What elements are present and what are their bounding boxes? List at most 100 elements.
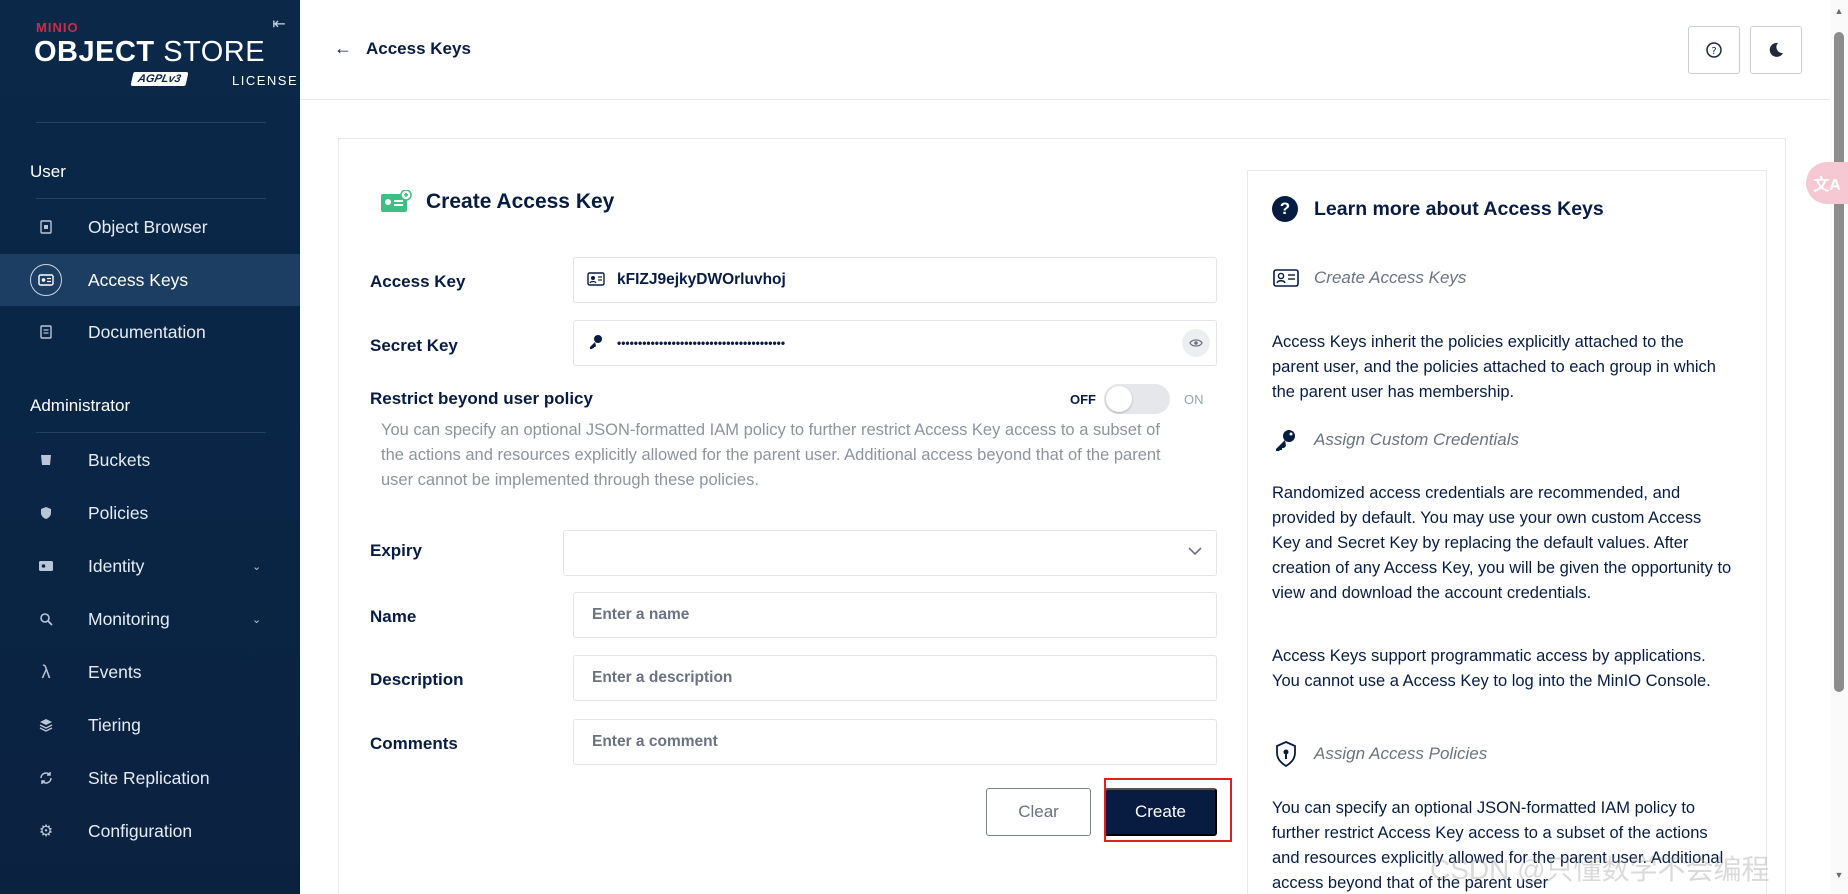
description-field[interactable] — [573, 655, 1217, 701]
gear-icon: ⚙ — [38, 823, 54, 840]
switch-knob — [1106, 386, 1132, 412]
sidebar-item-events[interactable]: λ Events — [0, 646, 300, 698]
sidebar-item-object-browser[interactable]: Object Browser — [0, 201, 300, 253]
object-browser-icon — [30, 211, 62, 243]
back-link-label: Access Keys — [366, 38, 471, 58]
events-icon: λ — [41, 661, 51, 682]
scroll-up-arrow-icon[interactable]: ▲ — [1834, 6, 1844, 22]
svg-text:?: ? — [1711, 46, 1716, 57]
theme-toggle-button[interactable] — [1750, 26, 1802, 74]
help-panel-title: ? Learn more about Access Keys — [1272, 196, 1604, 222]
chevron-down-icon[interactable]: ⌄ — [252, 560, 261, 573]
clear-button[interactable]: Clear — [986, 788, 1091, 836]
sidebar-item-identity[interactable]: Identity ⌄ — [0, 540, 300, 592]
secret-key-value: •••••••••••••••••••••••••••••••••••••••• — [617, 336, 786, 350]
collapse-sidebar-icon[interactable]: ⇤ — [268, 14, 290, 36]
key-icon — [586, 334, 606, 353]
sidebar-item-configuration[interactable]: ⚙ Configuration — [0, 805, 300, 857]
policies-icon — [30, 497, 62, 529]
toggle-off-label: OFF — [1070, 391, 1096, 407]
help-paragraph: Randomized access credentials are recomm… — [1272, 484, 1732, 602]
toggle-on-label: ON — [1184, 391, 1204, 407]
sidebar-item-monitoring[interactable]: Monitoring ⌄ — [0, 593, 300, 645]
comments-label: Comments — [370, 734, 458, 753]
secret-key-field[interactable]: •••••••••••••••••••••••••••••••••••••••• — [573, 320, 1217, 366]
tiering-icon — [30, 709, 62, 741]
logo-brand: MINIO — [36, 20, 79, 35]
sidebar-section-user: User — [30, 162, 66, 181]
sidebar-item-label: Configuration — [88, 820, 193, 841]
sidebar-item-access-keys[interactable]: Access Keys — [0, 254, 300, 306]
sidebar-item-tiering[interactable]: Tiering — [0, 699, 300, 751]
key-icon — [1272, 428, 1300, 452]
comments-field[interactable] — [573, 719, 1217, 765]
access-key-field[interactable]: kFIZJ9ejkyDWOrluvhoj — [573, 257, 1217, 303]
page-scrollbar-thumb[interactable] — [1834, 32, 1844, 692]
access-key-card-icon — [381, 190, 412, 212]
help-section-title: Assign Access Policies — [1314, 744, 1488, 763]
form-title-text: Create Access Key — [426, 190, 615, 213]
sidebar-item-label: Buckets — [88, 449, 151, 470]
name-label: Name — [370, 607, 417, 626]
sidebar-section-administrator: Administrator — [30, 396, 131, 415]
restrict-policy-label: Restrict beyond user policy — [370, 389, 593, 408]
description-input[interactable] — [592, 666, 1192, 690]
name-field[interactable] — [573, 592, 1217, 638]
sidebar-item-label: Documentation — [88, 321, 206, 342]
comments-input[interactable] — [592, 730, 1192, 754]
help-section-assign-policies: Assign Access Policies — [1272, 741, 1488, 767]
sidebar-item-policies[interactable]: Policies — [0, 487, 300, 539]
form-title: Create Access Key — [380, 190, 614, 214]
sidebar: MINIO OBJECT STORE AGPLv3 LICENSE ⇤ User… — [0, 0, 300, 894]
name-input[interactable] — [592, 603, 1192, 627]
question-icon: ? — [1272, 196, 1298, 222]
translate-badge[interactable]: 文A — [1806, 162, 1848, 204]
moon-icon — [1769, 42, 1783, 57]
sidebar-item-label: Object Browser — [88, 216, 208, 237]
minio-logo[interactable]: MINIO OBJECT STORE AGPLv3 LICENSE — [34, 20, 297, 92]
chevron-down-icon[interactable]: ⌄ — [252, 613, 261, 626]
logo-product: OBJECT STORE — [34, 36, 266, 68]
buckets-icon — [30, 444, 62, 476]
sidebar-item-label: Policies — [88, 502, 149, 523]
help-title-text: Learn more about Access Keys — [1314, 197, 1604, 220]
show-secret-eye-icon[interactable] — [1182, 329, 1210, 357]
sidebar-item-buckets[interactable]: Buckets — [0, 434, 300, 486]
expiry-select[interactable] — [563, 530, 1217, 576]
monitoring-icon — [30, 603, 62, 635]
help-button[interactable]: ? — [1688, 26, 1740, 74]
back-to-access-keys-link[interactable]: ← Access Keys — [334, 38, 471, 59]
sidebar-item-label: Monitoring — [88, 608, 170, 629]
help-circle-icon: ? — [1706, 42, 1722, 58]
description-label: Description — [370, 670, 464, 689]
restrict-policy-switch[interactable] — [1104, 384, 1170, 414]
id-card-icon — [586, 271, 606, 289]
chevron-down-icon — [1188, 543, 1202, 559]
logo-agpl: AGPLv3 — [130, 72, 189, 86]
scroll-down-arrow-icon[interactable]: ▼ — [1834, 870, 1844, 886]
help-section-title: Create Access Keys — [1314, 268, 1467, 287]
help-paragraph: You can specify an optional JSON-formatt… — [1272, 799, 1724, 892]
arrow-left-icon: ← — [334, 38, 352, 58]
logo-license: LICENSE — [232, 73, 299, 88]
access-key-value: kFIZJ9ejkyDWOrluvhoj — [617, 271, 786, 288]
secret-key-label: Secret Key — [370, 336, 458, 355]
id-card-icon — [1272, 266, 1300, 290]
sidebar-divider — [36, 432, 266, 433]
sidebar-item-site-replication[interactable]: Site Replication — [0, 752, 300, 804]
sidebar-item-label: Tiering — [88, 714, 141, 735]
help-section-title: Assign Custom Credentials — [1314, 430, 1520, 449]
identity-icon — [30, 550, 62, 582]
create-button[interactable]: Create — [1104, 788, 1217, 836]
help-paragraph: Access Keys support programmatic access … — [1272, 647, 1711, 690]
shield-icon — [1272, 741, 1300, 767]
help-section-create-access-keys: Create Access Keys — [1272, 266, 1466, 290]
sidebar-item-label: Site Replication — [88, 767, 210, 788]
documentation-icon — [30, 316, 62, 348]
help-paragraph: Access Keys inherit the policies explici… — [1272, 333, 1716, 401]
access-key-label: Access Key — [370, 272, 466, 291]
restrict-policy-help-text: You can specify an optional JSON-formatt… — [381, 421, 1161, 489]
restrict-policy-toggle[interactable]: OFF ON — [1070, 384, 1204, 414]
help-section-assign-credentials: Assign Custom Credentials — [1272, 428, 1519, 452]
sidebar-item-documentation[interactable]: Documentation — [0, 306, 300, 358]
